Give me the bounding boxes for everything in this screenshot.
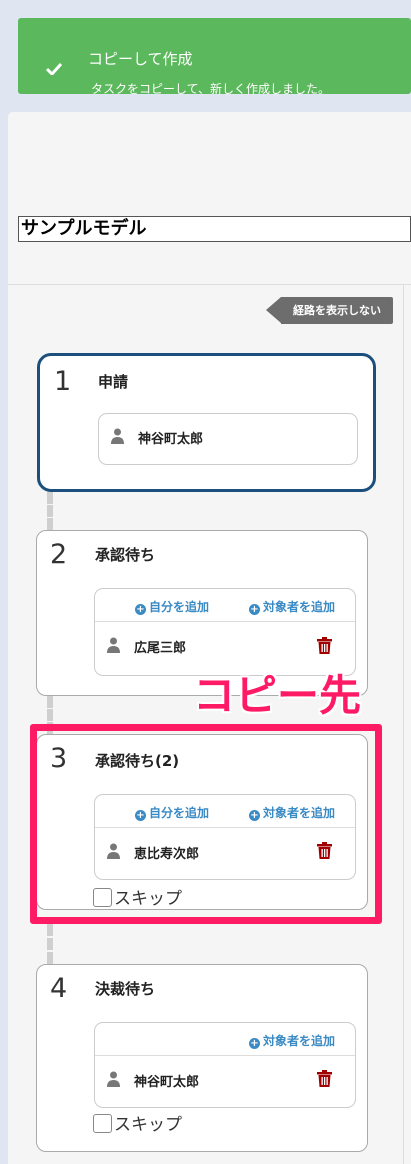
person-icon	[107, 637, 120, 653]
step-connector	[47, 924, 53, 964]
step-card-1[interactable]: 1 申請 神谷町太郎	[37, 353, 376, 492]
add-target-link[interactable]: + 対象者を追加	[249, 598, 335, 615]
success-toast: コピーして作成 タスクをコピーして、新しく作成しました。	[18, 18, 411, 96]
step-title: 決裁待ち	[95, 980, 156, 998]
check-icon	[46, 62, 62, 75]
checkbox[interactable]	[93, 1114, 112, 1133]
approver-actions: + 自分を追加 + 対象者を追加	[95, 589, 355, 622]
step-number: 2	[50, 539, 68, 570]
copy-destination-label: コピー先	[193, 671, 362, 720]
divider	[8, 284, 411, 285]
person-icon	[107, 1071, 120, 1087]
toast-title: コピーして作成	[88, 50, 193, 68]
approver-name: 広尾三郎	[134, 641, 187, 656]
approver-name: 神谷町太郎	[138, 432, 204, 447]
step-number: 1	[54, 366, 72, 397]
trash-icon[interactable]	[317, 637, 332, 654]
hide-route-label: 経路を表示しない	[281, 297, 393, 324]
plus-circle-icon: +	[249, 604, 260, 615]
skip-checkbox[interactable]: スキップ	[93, 1110, 182, 1135]
toast-message: タスクをコピーして、新しく作成しました。	[91, 82, 331, 96]
model-title-field[interactable]: サンプルモデル	[18, 216, 411, 242]
step-card-4[interactable]: 4 決裁待ち + 対象者を追加 神谷町太郎 スキップ	[36, 964, 368, 1152]
plus-circle-icon: +	[249, 1038, 260, 1049]
approver-actions: + 対象者を追加	[95, 1023, 355, 1056]
hide-route-button[interactable]: 経路を表示しない	[266, 297, 393, 324]
plus-circle-icon: +	[135, 604, 146, 615]
add-self-link[interactable]: + 自分を追加	[135, 598, 209, 615]
step-title: 承認待ち	[95, 546, 156, 564]
person-icon	[111, 428, 124, 444]
left-arrow-icon	[266, 297, 281, 323]
step-title: 申請	[98, 373, 129, 391]
step-number: 4	[50, 973, 68, 1004]
approver-box: 神谷町太郎	[98, 413, 358, 465]
approver-box: + 対象者を追加 神谷町太郎	[94, 1022, 356, 1108]
add-target-link[interactable]: + 対象者を追加	[249, 1032, 335, 1049]
approver-name: 神谷町太郎	[134, 1075, 200, 1090]
trash-icon[interactable]	[317, 1070, 332, 1087]
step-connector	[47, 492, 53, 530]
right-divider	[403, 284, 404, 1164]
highlight-frame	[30, 724, 382, 924]
